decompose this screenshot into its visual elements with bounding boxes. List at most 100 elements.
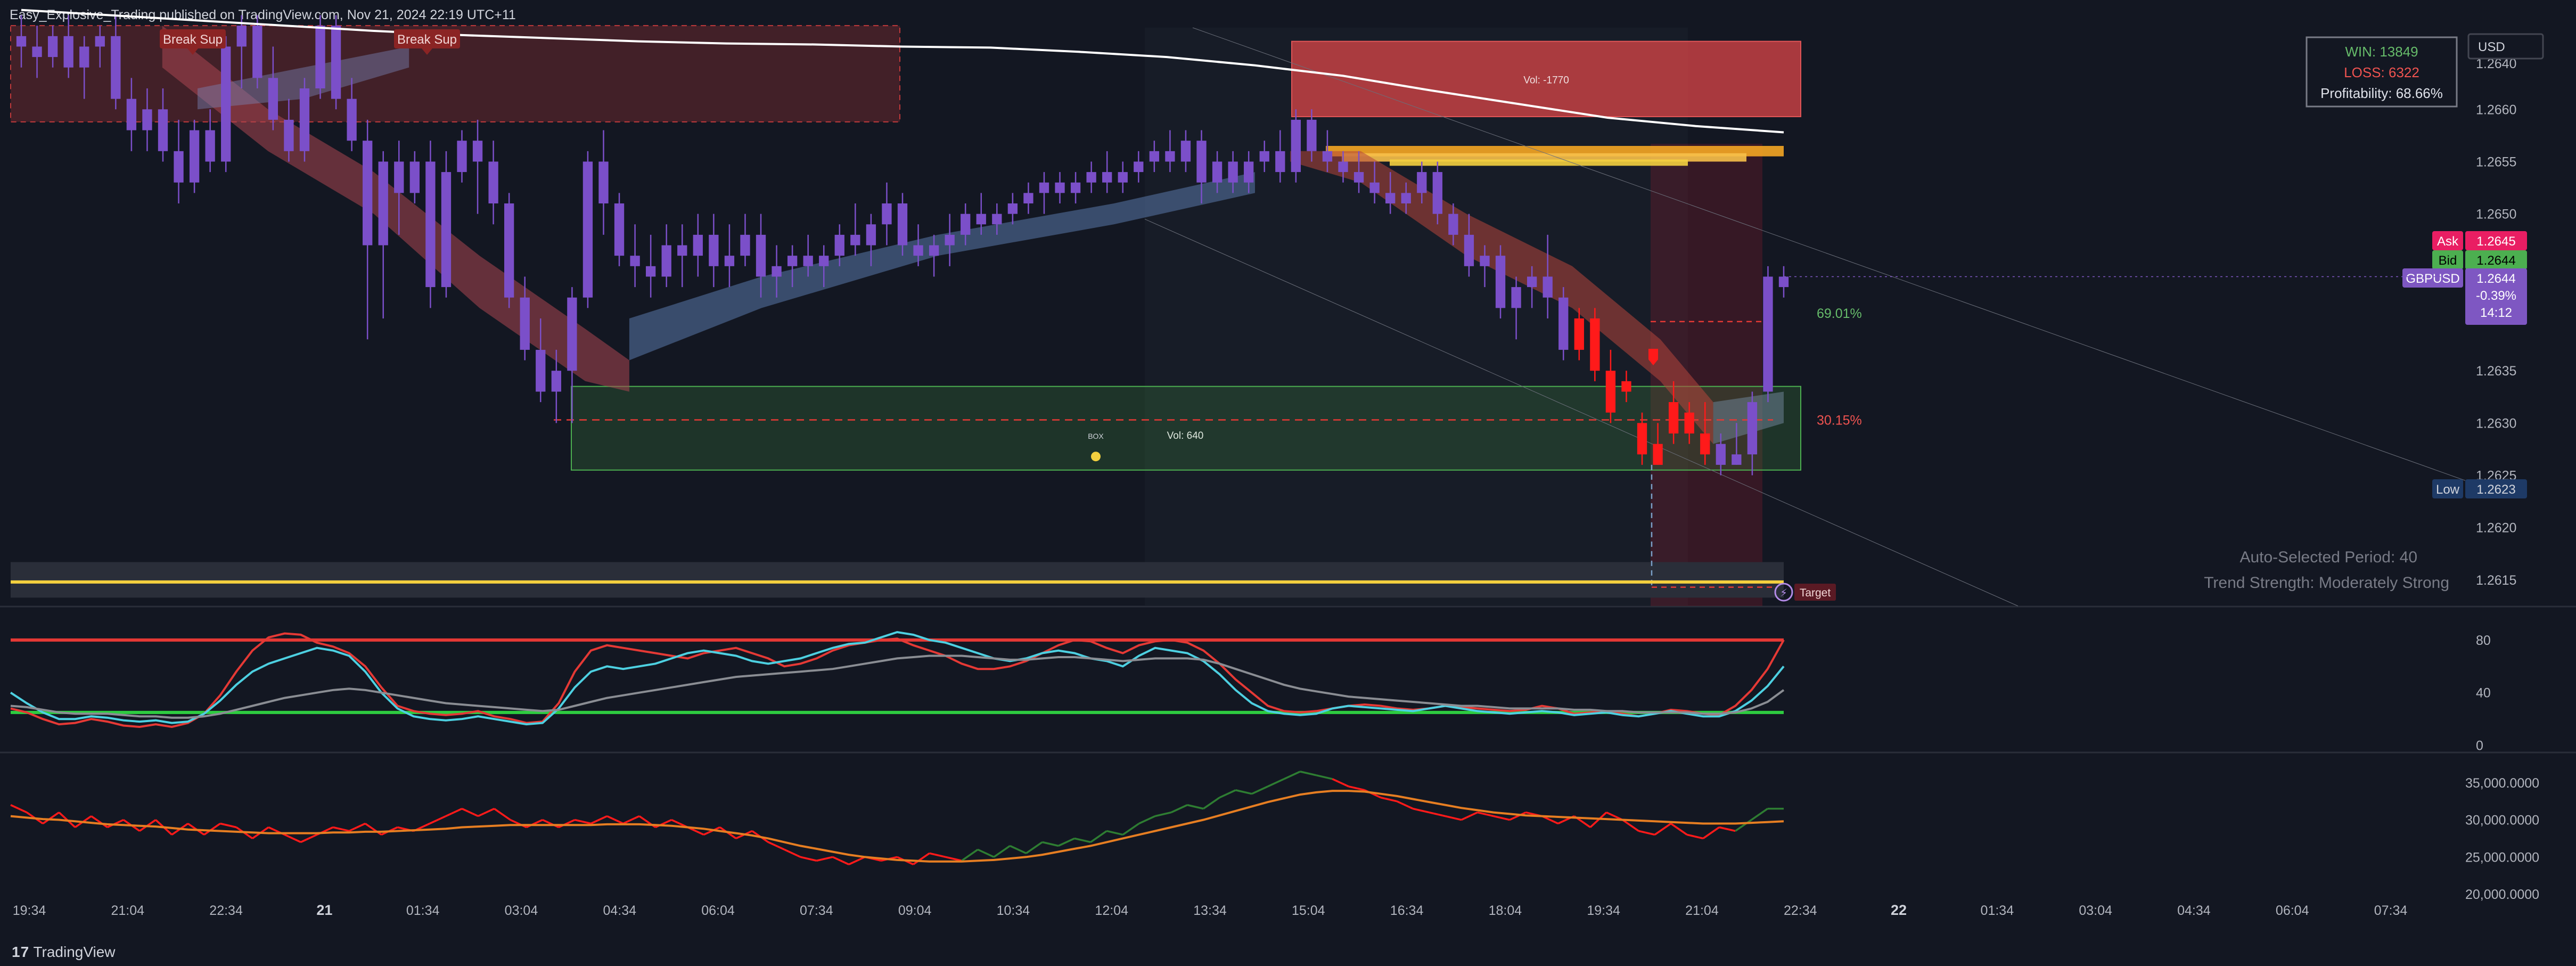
candle[interactable] (252, 15, 262, 88)
high-percent-label: 69.01% (1817, 306, 1862, 321)
candle-body (1023, 193, 1033, 203)
demand-zone-label: Vol: 640 (1167, 430, 1204, 441)
volume-axis-tick: 20,000.0000 (2465, 887, 2539, 902)
time-axis-tick: 04:34 (2177, 903, 2211, 918)
time-axis-tick: 22 (1891, 902, 1907, 918)
candle-body (1118, 172, 1128, 183)
time-axis-tick: 01:34 (406, 903, 440, 918)
break-support-label[interactable]: Break Sup (394, 29, 460, 48)
bid-tag-text: Bid (2439, 253, 2457, 268)
target-label-text: Target (1800, 587, 1831, 599)
candle-body (1511, 287, 1521, 308)
bottom-band (11, 562, 1784, 598)
candle-body (252, 26, 262, 78)
candle-body (1196, 141, 1207, 183)
candle[interactable] (1590, 308, 1600, 381)
candle-body (1716, 444, 1726, 465)
win-count: WIN: 13849 (2345, 44, 2418, 60)
candle-body (1228, 161, 1238, 183)
profitability: Profitability: 68.66% (2320, 85, 2443, 101)
candle-body (394, 161, 404, 193)
candle[interactable] (614, 193, 625, 266)
candle-body (1180, 141, 1191, 162)
ask-price-tag[interactable]: 1.2645 (2465, 231, 2527, 250)
last-price-tag[interactable]: 1.2644 -0.39% 14:12 (2465, 268, 2527, 325)
candle[interactable] (221, 36, 231, 173)
low-price-tag[interactable]: 1.2623 (2465, 479, 2527, 498)
symbol-tag[interactable]: GBPUSD (2402, 268, 2463, 288)
candle-body (551, 371, 561, 392)
candle[interactable] (441, 151, 452, 298)
bid-tag[interactable]: Bid (2432, 250, 2463, 269)
last-price-change: -0.39% (2476, 289, 2516, 303)
candle-body (756, 234, 766, 277)
candle[interactable] (189, 119, 200, 193)
bid-price-tag[interactable]: 1.2644 (2465, 250, 2527, 269)
candle-body (929, 245, 939, 256)
target-label[interactable]: ⚡ Target (1774, 583, 1836, 602)
tradingview-logo-text: TradingView (33, 944, 116, 960)
candle-body (740, 234, 750, 256)
box-marker (1091, 452, 1101, 462)
ask-tag[interactable]: Ask (2432, 231, 2463, 250)
candle-body (992, 214, 1002, 225)
candle-body (945, 234, 955, 245)
candle[interactable] (425, 141, 436, 308)
candle-body (693, 234, 703, 256)
candle-body (47, 36, 58, 58)
candle-body (1684, 412, 1694, 433)
auto-selected-period: Auto-Selected Period: 40 (2239, 549, 2417, 566)
candle[interactable] (504, 193, 514, 308)
candle-body (1732, 454, 1742, 465)
currency-button-text: USD (2478, 40, 2505, 54)
candle[interactable] (299, 78, 310, 162)
candle-body (614, 203, 625, 256)
time-axis-tick: 16:34 (1390, 903, 1424, 918)
candle-body (772, 266, 782, 277)
candle-body (268, 78, 278, 120)
time-axis-tick: 22:34 (209, 903, 243, 918)
time-axis-tick: 06:04 (2276, 903, 2309, 918)
candle-body (882, 203, 892, 225)
candle-body (1464, 234, 1474, 266)
oscillator-axis-tick: 80 (2476, 633, 2491, 648)
time-axis-tick: 15:04 (1292, 903, 1325, 918)
candle-body (1102, 172, 1112, 183)
price-axis-tick: 1.2630 (2476, 416, 2516, 431)
chart-canvas[interactable]: Vol: -1770Vol: 640 1.26151.26201.26251.2… (0, 0, 2576, 966)
lightning-icon: ⚡ (1780, 586, 1787, 599)
candle-body (441, 172, 452, 288)
break-support-label-text: Break Sup (163, 32, 223, 47)
candle-body (598, 161, 609, 203)
win-loss-stats-box: WIN: 13849 LOSS: 6322 Profitability: 68.66… (2306, 36, 2458, 108)
candle-body (1007, 203, 1018, 214)
candle-body (1448, 214, 1458, 235)
candle[interactable] (1495, 245, 1506, 318)
candle[interactable] (1558, 287, 1569, 361)
candle-body (1480, 256, 1490, 266)
candle[interactable] (1763, 266, 1773, 403)
candle-body (1322, 151, 1333, 162)
order-block (1390, 159, 1688, 166)
break-support-label[interactable]: Break Sup (160, 29, 226, 48)
price-axis-tick: 1.2650 (2476, 207, 2516, 222)
footer-bar (0, 942, 2576, 966)
candle[interactable] (1291, 109, 1301, 183)
oscillator-axis-tick: 0 (2476, 739, 2483, 754)
candle-body (1605, 371, 1616, 413)
candle-body (1039, 182, 1049, 193)
candle-body (1055, 182, 1065, 193)
candle-body (583, 161, 593, 298)
candle-body (205, 130, 215, 162)
low-price-tag-text: 1.2623 (2476, 482, 2515, 497)
volume-axis-tick: 35,000.0000 (2465, 776, 2539, 791)
low-tag[interactable]: Low (2432, 479, 2463, 498)
candle-body (189, 130, 200, 183)
currency-button[interactable]: USD (2467, 33, 2544, 60)
candle-body (1385, 193, 1396, 203)
volume-axis-tick: 30,000.0000 (2465, 813, 2539, 828)
tradingview-logo[interactable]: 17 TradingView (12, 944, 116, 961)
volume-axis-tick: 25,000.0000 (2465, 850, 2539, 865)
candle-body (1637, 423, 1647, 455)
candle[interactable] (583, 151, 593, 308)
